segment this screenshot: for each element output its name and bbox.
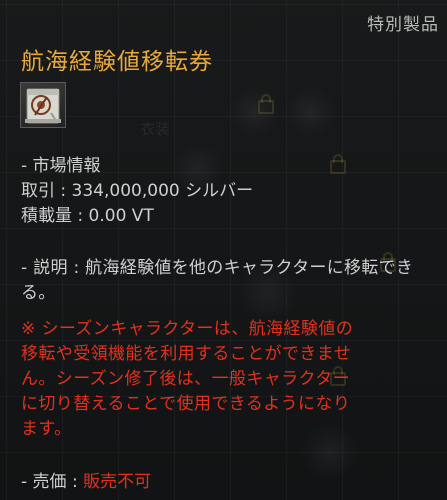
warning-line: ます。	[21, 419, 72, 439]
weight-value: 0.00 VT	[88, 206, 154, 226]
warning-line: に切り替えることで使用できるようになり	[21, 394, 351, 414]
market-price-row: 取引 : 334,000,000 シルバー	[21, 179, 253, 204]
market-info-section: - 市場情報 取引 : 334,000,000 シルバー 積載量 : 0.00 …	[21, 154, 253, 229]
sell-price-value: 販売不可	[83, 472, 152, 492]
sell-price-row: - 売価 : 販売不可	[21, 467, 151, 492]
warning-line: ん。シーズン修了後は、一般キャラクター	[21, 369, 351, 389]
warning-line: 移転や受領機能を利用することができませ	[21, 344, 352, 364]
warning-line: ※ シーズンキャラクターは、航海経験値の	[21, 319, 354, 339]
item-description: - 説明 : 航海経験値を他のキャラクターに移転できる。	[21, 258, 414, 303]
item-name: 航海経験値移転券	[21, 49, 213, 75]
background-lock-icon	[258, 94, 274, 114]
background-inventory-slot	[284, 86, 336, 138]
market-info-header: - 市場情報	[21, 156, 101, 176]
background-lock-icon	[330, 154, 346, 174]
item-category: 特別製品	[367, 15, 439, 35]
season-warning: ※ シーズンキャラクターは、航海経験値の 移転や受領機能を利用することができませ…	[21, 317, 439, 442]
item-tooltip: 衣装 特別製品 航海経験値移転券 - 市場情報 取引 : 334,000,000…	[0, 0, 447, 500]
weight-row: 積載量 : 0.00 VT	[21, 204, 253, 229]
market-price-label: 取引 :	[21, 181, 72, 201]
voucher-scroll-icon	[20, 82, 66, 128]
market-price-value: 334,000,000 シルバー	[71, 181, 254, 201]
background-slot-label: 衣装	[140, 120, 171, 138]
weight-label: 積載量 :	[21, 206, 89, 226]
background-inventory-slot	[228, 86, 280, 138]
sell-price-label: - 売価 :	[21, 472, 84, 492]
